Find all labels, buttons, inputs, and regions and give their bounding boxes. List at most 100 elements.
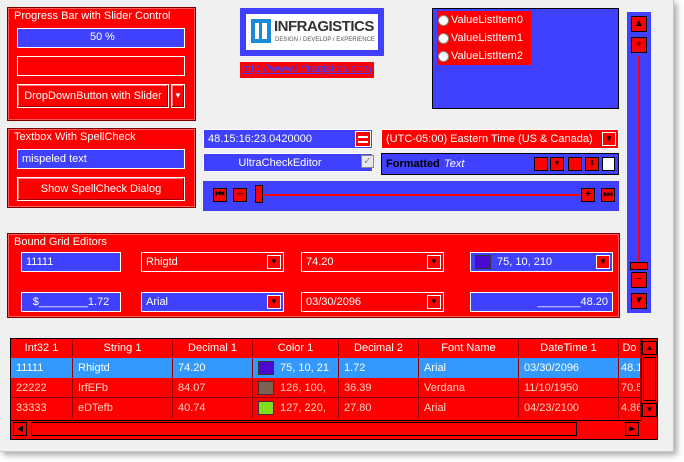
column-header[interactable]: Int32 1 xyxy=(11,339,73,357)
format-button-1[interactable] xyxy=(534,157,548,171)
grid-cell[interactable]: 4.867 xyxy=(619,398,641,418)
progress-value: 50 xyxy=(90,31,103,43)
grid-cell[interactable]: 03/30/2096 xyxy=(519,358,619,378)
vertical-slider[interactable]: ▲ + − ▼ xyxy=(627,12,651,313)
formatted-text-editor[interactable]: Formatted Text ▼ ⇕ xyxy=(381,153,619,175)
progress-bar: 50 % xyxy=(17,28,185,48)
format-check[interactable] xyxy=(602,157,615,171)
scroll-thumb[interactable] xyxy=(31,422,577,436)
grid-cell[interactable]: 84.07 xyxy=(173,378,253,398)
formatted-italic-text: Text xyxy=(444,158,465,170)
chevron-down-icon[interactable]: ▼ xyxy=(602,132,616,146)
scroll-down-button[interactable]: ▼ xyxy=(642,403,657,417)
scroll-up-button[interactable]: ▲ xyxy=(631,16,647,32)
grid-cell[interactable]: 22222 xyxy=(11,378,73,398)
grid-cell[interactable]: 48.19 xyxy=(619,358,641,378)
format-dropdown-1[interactable]: ▼ xyxy=(550,157,564,171)
infragistics-link[interactable]: http://www.infragistics.com xyxy=(242,63,372,75)
chevron-down-icon[interactable]: ▼ xyxy=(427,255,441,269)
radio-list: ValueListItem0 ValueListItem1 ValueListI… xyxy=(432,8,619,109)
chevron-down-icon[interactable]: ▼ xyxy=(267,295,281,309)
grid-cell[interactable]: 74.20 xyxy=(173,358,253,378)
radio-item-0[interactable]: ValueListItem0 xyxy=(437,11,531,29)
checkbox[interactable]: ✓ xyxy=(361,155,374,168)
decimal-combo[interactable]: 74.20 ▼ xyxy=(301,252,444,272)
grid-cell[interactable]: 70.55 xyxy=(619,378,641,398)
table-row[interactable]: 33333 eDTefb 40.74 127, 220, 27.80 Arial… xyxy=(11,398,641,418)
grid-cell[interactable]: 04/23/2100 xyxy=(519,398,619,418)
dropdown-button-arrow[interactable]: ▼ xyxy=(171,84,185,108)
column-header[interactable]: Decimal 2 xyxy=(339,339,419,357)
dropdown-button[interactable]: DropDownButton with Slider xyxy=(17,84,169,108)
increment-button[interactable]: + xyxy=(631,37,647,53)
grid-cell[interactable]: IrfEFb xyxy=(73,378,173,398)
grid-cell[interactable]: 11/10/1950 xyxy=(519,378,619,398)
radio-item-1[interactable]: ValueListItem1 xyxy=(437,29,531,47)
table-row[interactable]: 22222 IrfEFb 84.07 126, 100, 36.39 Verda… xyxy=(11,378,641,398)
scroll-down-button[interactable]: ▼ xyxy=(631,293,647,309)
decrement-button[interactable]: − xyxy=(631,272,647,288)
timespan-editor[interactable]: 48.15:16:23.0420000 xyxy=(203,129,373,149)
track-plus-button[interactable]: + xyxy=(581,188,595,202)
arrow-up-icon: ▲ xyxy=(634,18,644,29)
grid-cell[interactable]: 1.72 xyxy=(339,358,419,378)
grid-cell[interactable]: 36.39 xyxy=(339,378,419,398)
column-header[interactable]: Do xyxy=(619,339,641,357)
arrow-up-icon: ▲ xyxy=(645,343,654,352)
grid-cell[interactable]: 27.80 xyxy=(339,398,419,418)
track-first-button[interactable]: ⏮ xyxy=(213,188,227,202)
check-editor[interactable]: UltraCheckEditor xyxy=(203,153,373,172)
chevron-down-icon[interactable]: ▼ xyxy=(427,295,441,309)
font-combo[interactable]: Arial ▼ xyxy=(141,292,284,312)
format-button-2[interactable] xyxy=(568,157,582,171)
masked-editor[interactable]: _______48.20 xyxy=(470,292,613,312)
grid-vertical-scrollbar[interactable]: ▲ ▼ xyxy=(641,339,657,419)
date-combo[interactable]: 03/30/2096 ▼ xyxy=(301,292,444,312)
track-line xyxy=(257,194,579,196)
track-last-button[interactable]: ⏭ xyxy=(601,188,615,202)
scroll-thumb[interactable] xyxy=(643,357,656,401)
data-grid: Int32 1 String 1 Decimal 1 Color 1 Decim… xyxy=(10,338,658,440)
grid-horizontal-scrollbar[interactable]: ◀ ▶ xyxy=(11,420,641,438)
column-header[interactable]: DateTime 1 xyxy=(519,339,619,357)
spellcheck-textbox[interactable]: mispeled text xyxy=(17,149,185,169)
currency-editor[interactable]: $________1.72 xyxy=(21,292,121,312)
chevron-down-icon[interactable]: ▼ xyxy=(267,255,281,269)
scroll-up-button[interactable]: ▲ xyxy=(642,341,657,355)
track-minus-button[interactable]: − xyxy=(233,188,247,202)
format-spin[interactable]: ⇕ xyxy=(585,157,599,171)
grid-cell[interactable]: 126, 100, xyxy=(253,378,339,398)
int-editor[interactable]: 11111 xyxy=(21,252,121,272)
scroll-right-button[interactable]: ▶ xyxy=(625,422,639,436)
horizontal-trackbar[interactable]: ⏮ − + ⏭ xyxy=(203,181,619,211)
grid-cell[interactable]: 33333 xyxy=(11,398,73,418)
grid-cell[interactable]: Arial xyxy=(419,358,519,378)
chevron-down-icon[interactable]: ▼ xyxy=(596,255,610,269)
slider-thumb[interactable] xyxy=(630,262,648,270)
spellcheck-button[interactable]: Show SpellCheck Dialog xyxy=(17,177,185,201)
timespan-spin[interactable] xyxy=(355,131,371,147)
grid-cell[interactable]: Arial xyxy=(419,398,519,418)
track-thumb[interactable] xyxy=(255,185,263,203)
radio-item-2[interactable]: ValueListItem2 xyxy=(437,47,531,65)
color-swatch xyxy=(258,401,274,416)
string-combo[interactable]: Rhigtd ▼ xyxy=(141,252,284,272)
grid-cell[interactable]: eDTefb xyxy=(73,398,173,418)
string-value: Rhigtd xyxy=(146,256,178,268)
column-header[interactable]: Color 1 xyxy=(253,339,339,357)
column-header[interactable]: Decimal 1 xyxy=(173,339,253,357)
grid-cell[interactable]: 11111 xyxy=(11,358,73,378)
grid-cell[interactable]: 127, 220, xyxy=(253,398,339,418)
color-combo[interactable]: 75, 10, 210 ▼ xyxy=(470,252,613,272)
grid-cell[interactable]: Verdana xyxy=(419,378,519,398)
logo-frame: INFRAGISTICS DESIGN / DEVELOP / EXPERIEN… xyxy=(240,8,384,56)
logo-name: INFRAGISTICS xyxy=(274,18,374,35)
column-header[interactable]: Font Name xyxy=(419,339,519,357)
column-header[interactable]: String 1 xyxy=(73,339,173,357)
scroll-left-button[interactable]: ◀ xyxy=(13,422,27,436)
grid-cell[interactable]: 40.74 xyxy=(173,398,253,418)
table-row[interactable]: 11111 Rhigtd 74.20 75, 10, 21 1.72 Arial… xyxy=(11,358,641,378)
grid-cell[interactable]: 75, 10, 21 xyxy=(253,358,339,378)
grid-cell[interactable]: Rhigtd xyxy=(73,358,173,378)
timezone-combo[interactable]: (UTC-05:00) Eastern Time (US & Canada) ▼ xyxy=(381,129,619,149)
